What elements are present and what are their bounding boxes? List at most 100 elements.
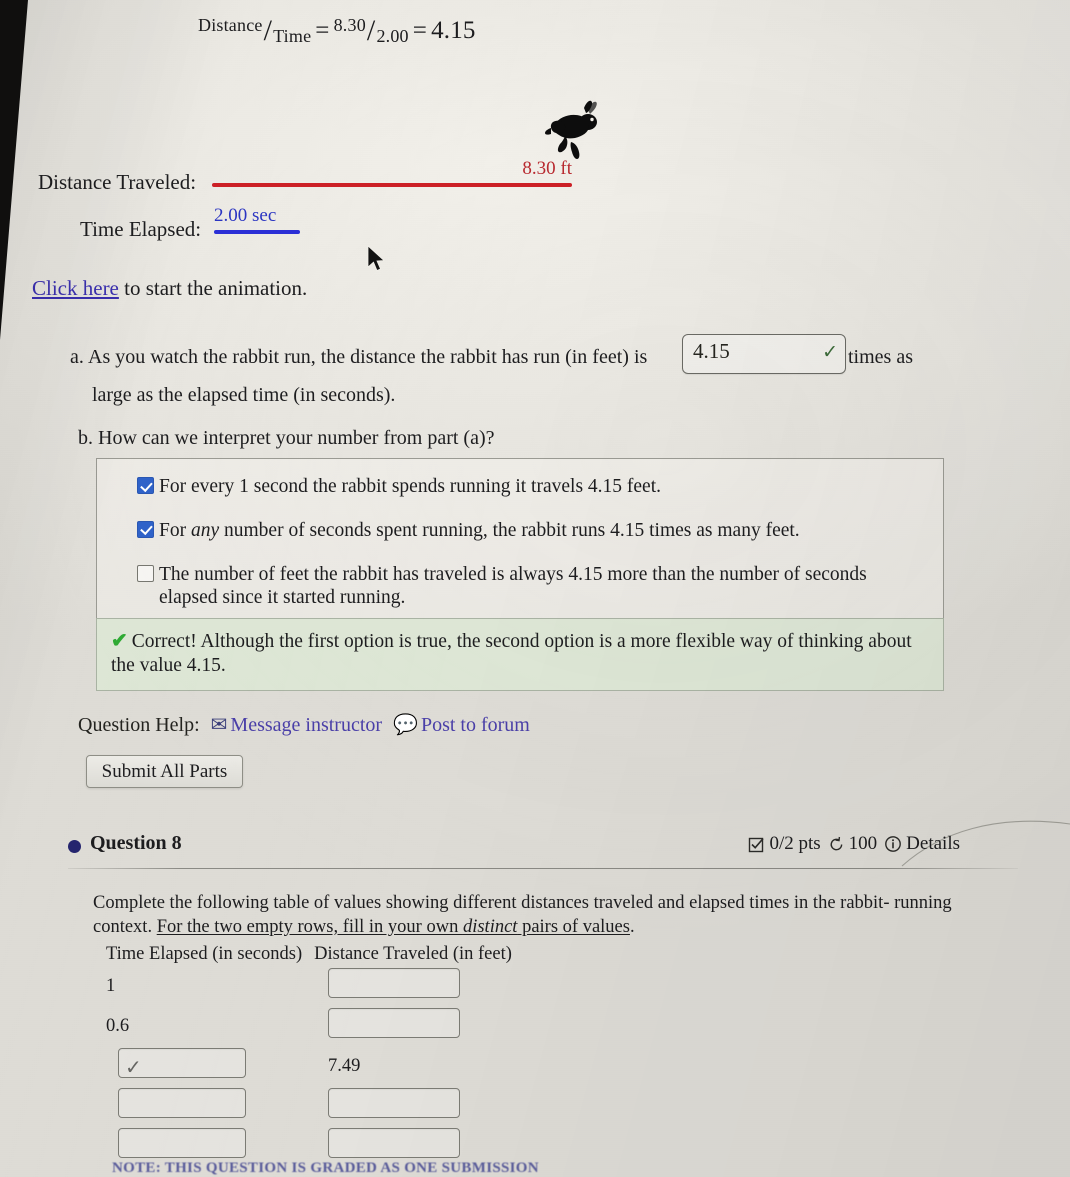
- check-square-icon: [749, 837, 765, 852]
- cell-time: [106, 1048, 321, 1078]
- option-emphasis: any: [190, 519, 220, 541]
- part-a-letter: a.: [70, 346, 84, 368]
- time-value: 2.00 sec: [214, 205, 277, 226]
- question-8-header: Question 8 0/2 pts 100 Details: [60, 832, 960, 862]
- option-text-pre: For: [159, 519, 191, 541]
- option-row[interactable]: For any number of seconds spent running,…: [137, 519, 929, 543]
- submit-all-parts-button[interactable]: Submit All Parts: [86, 755, 243, 788]
- time-input-row-4[interactable]: [118, 1088, 246, 1118]
- attempts-value: 100: [848, 833, 878, 854]
- formula-numerator-value: 8.30: [333, 15, 366, 35]
- post-to-forum-label: Post to forum: [420, 714, 530, 736]
- question-8-title: Question 8: [90, 832, 182, 854]
- part-a-answer-input[interactable]: 4.15 ✓: [682, 334, 846, 374]
- cell-time-value: 0.6: [106, 1016, 130, 1036]
- part-a-line-two: large as the elapsed time (in seconds).: [92, 384, 396, 406]
- details-label: Details: [906, 833, 960, 854]
- formula-numerator-word: Distance: [198, 15, 263, 35]
- question-status-bullet-icon: [68, 840, 81, 853]
- question-8-meta: 0/2 pts 100 Details: [748, 833, 960, 855]
- formula-result: 4.15: [431, 17, 476, 44]
- cell-time: 1: [106, 968, 321, 997]
- details-link[interactable]: Details: [884, 833, 960, 855]
- green-check-icon: ✔: [111, 630, 128, 652]
- option-row[interactable]: For every 1 second the rabbit spends run…: [137, 475, 929, 499]
- option-label: The number of feet the rabbit has travel…: [159, 563, 867, 609]
- table-header-row: Time Elapsed (in seconds) Distance Travel…: [106, 944, 512, 965]
- part-b-letter: b.: [78, 427, 93, 449]
- question-8-prompt: Complete the following table of values s…: [93, 892, 953, 939]
- cell-distance: [321, 968, 521, 998]
- cell-distance: [321, 1088, 521, 1118]
- option-label: For every 1 second the rabbit spends run…: [159, 476, 662, 497]
- time-input-row-5[interactable]: [118, 1128, 246, 1158]
- cell-distance: [321, 1128, 521, 1158]
- part-a-text-before: As you watch the rabbit run, the distanc…: [88, 346, 648, 368]
- formula-slash-1: /: [263, 14, 273, 47]
- grading-note: NOTE: THIS QUESTION IS GRADED AS ONE SUB…: [112, 1160, 539, 1176]
- distance-input-row-1[interactable]: [328, 968, 460, 998]
- time-input-row-3[interactable]: [118, 1048, 246, 1078]
- check-icon: ✓: [822, 342, 838, 363]
- post-to-forum-link[interactable]: 💬 Post to forum: [393, 714, 530, 736]
- attempts-indicator: 100: [828, 833, 878, 855]
- distance-value: 8.30 ft: [522, 158, 572, 179]
- question-help-row: Question Help: ✉ Message instructor 💬 Post…: [78, 712, 530, 737]
- part-a-answer-value: 4.15: [693, 339, 730, 363]
- cell-time-value: 1: [106, 976, 116, 996]
- ratio-formula: Distance/Time = 8.30/2.00 = 4.15: [198, 14, 476, 48]
- photographed-screen: Distance/Time = 8.30/2.00 = 4.15 Distance Tr…: [0, 0, 1070, 1177]
- mouse-cursor-icon: [367, 245, 385, 272]
- formula-equals-1: =: [315, 17, 330, 44]
- formula-denominator-value: 2.00: [376, 26, 409, 46]
- option-label: For any number of seconds spent running,…: [159, 519, 800, 543]
- points-value: 0/2 pts: [769, 833, 821, 854]
- prompt-line-2-end: .: [629, 916, 635, 937]
- formula-equals-2: =: [412, 17, 428, 44]
- cell-time: 0.6: [106, 1008, 321, 1037]
- checkbox-checked-icon[interactable]: [137, 520, 154, 538]
- message-instructor-label: Message instructor: [230, 714, 383, 736]
- message-instructor-link[interactable]: ✉ Message instructor: [211, 714, 382, 736]
- info-circle-icon: [885, 836, 902, 852]
- points-indicator: 0/2 pts: [748, 833, 821, 855]
- time-elapsed-label: Time Elapsed:: [80, 217, 202, 241]
- distance-bar: [212, 183, 572, 187]
- start-animation-link[interactable]: Click here: [32, 276, 119, 300]
- part-b-question: How can we interpret your number from pa…: [98, 427, 495, 449]
- distance-input-row-5[interactable]: [328, 1128, 460, 1158]
- column-header-distance: Distance Traveled (in feet): [314, 944, 512, 964]
- retry-arrow-icon: [830, 836, 842, 850]
- page-content: Distance/Time = 8.30/2.00 = 4.15 Distance Tr…: [0, 0, 1070, 1177]
- formula-slash-2: /: [366, 14, 376, 47]
- question-8-divider: [68, 868, 1018, 869]
- prompt-underlined: For the two empty rows, fill in your own…: [157, 917, 630, 937]
- start-animation-text: to start the animation.: [118, 276, 308, 300]
- option-row[interactable]: The number of feet the rabbit has travel…: [137, 563, 929, 611]
- feedback-text: Correct! Although the first option is tr…: [111, 631, 912, 676]
- speech-bubble-icon: 💬: [393, 714, 418, 736]
- checkbox-unchecked-icon[interactable]: [137, 564, 154, 582]
- prompt-u-post: pairs of values: [517, 916, 630, 937]
- distance-input-row-2[interactable]: [328, 1008, 460, 1038]
- rabbit-icon: [545, 100, 597, 159]
- column-header-time: Time Elapsed (in seconds): [106, 944, 303, 964]
- part-b-options-panel: For every 1 second the rabbit spends run…: [96, 458, 944, 1079]
- checkbox-checked-icon[interactable]: [137, 477, 154, 494]
- question-help-label: Question Help:: [78, 714, 200, 736]
- assignment-page: Distance/Time = 8.30/2.00 = 4.15 Distance Tr…: [0, 0, 1070, 1177]
- prompt-u-pre: For the two empty rows, fill in your own: [156, 916, 463, 937]
- option-text-post: number of seconds spent running, the rab…: [219, 519, 800, 541]
- correct-feedback-panel: ✔ Correct! Although the first option is t…: [96, 618, 944, 691]
- prompt-emphasis: distinct: [462, 916, 518, 937]
- prompt-line-1: Complete the following table of values s…: [93, 893, 890, 913]
- cell-distance: [321, 1008, 521, 1038]
- distance-traveled-label: Distance Traveled:: [38, 170, 197, 194]
- distance-input-row-4[interactable]: [328, 1088, 460, 1118]
- start-animation-line: Click here to start the animation.: [32, 276, 307, 301]
- submit-all-parts-label: Submit All Parts: [101, 760, 228, 782]
- envelope-icon: ✉: [210, 714, 228, 736]
- cell-distance: 7.49: [321, 1048, 521, 1077]
- cell-distance-value: 7.49: [328, 1056, 361, 1076]
- time-bar: [214, 230, 300, 234]
